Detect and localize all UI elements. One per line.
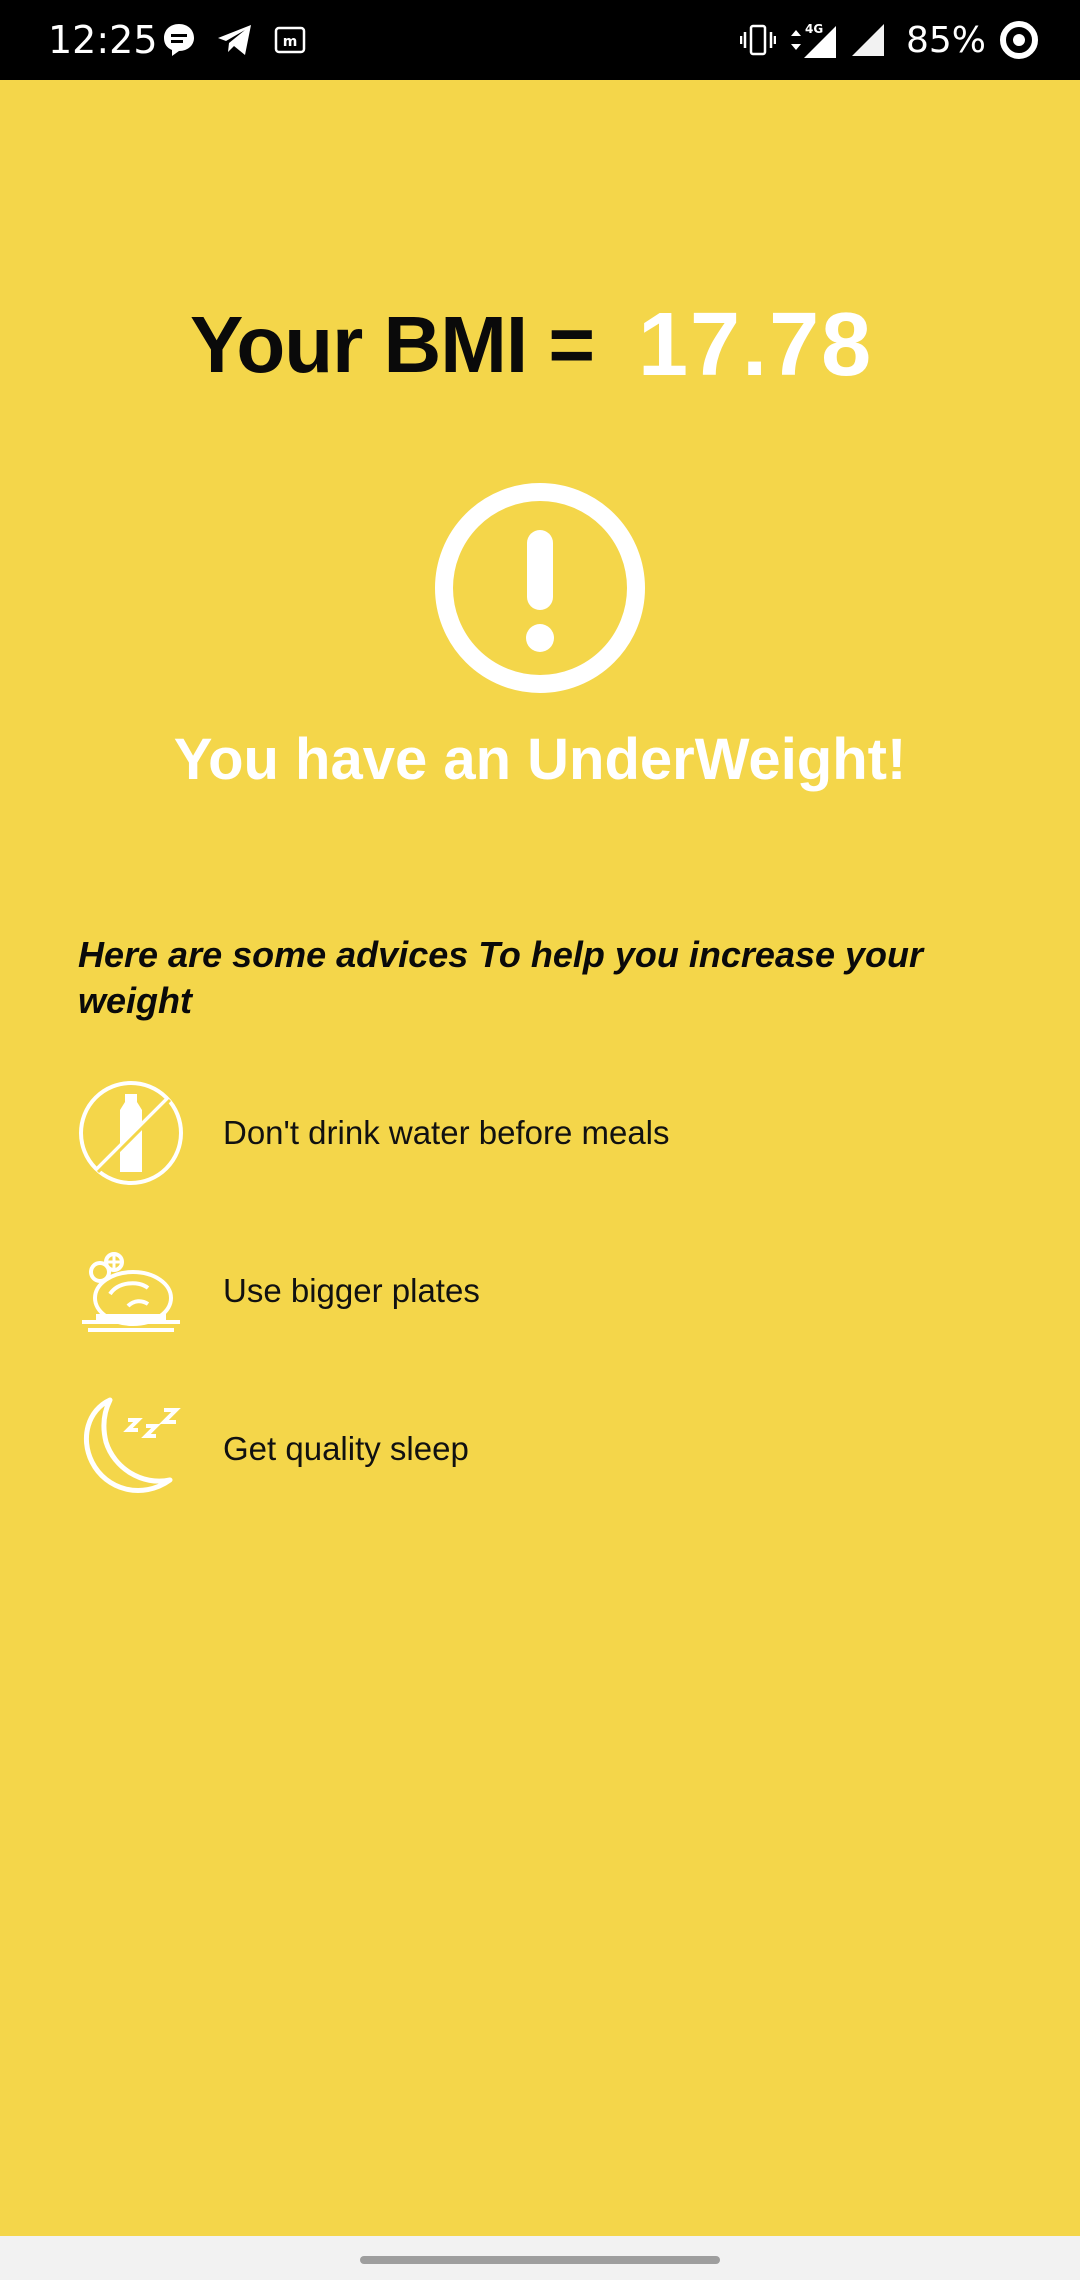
- signal-icon: [851, 24, 884, 56]
- telegram-icon: [218, 25, 251, 55]
- status-bar: 12:25 m 4G 85%: [0, 0, 1080, 80]
- exclamation-circle-icon: [435, 483, 645, 693]
- svg-text:m: m: [283, 34, 298, 50]
- advice-text: Use bigger plates: [223, 1272, 480, 1309]
- chat-bubble-icon: [164, 24, 194, 56]
- m-app-icon: m: [274, 26, 306, 54]
- no-water-bottle-icon: [79, 1081, 183, 1185]
- advice-item: Don't drink water before meals: [78, 1080, 998, 1190]
- advice-heading: Here are some advices To help you increa…: [78, 934, 924, 1021]
- home-gesture-handle[interactable]: [360, 2256, 720, 2264]
- bmi-label: Your BMI =: [190, 300, 595, 389]
- food-plate-icon: [82, 1252, 180, 1332]
- gesture-nav-bar: [0, 2236, 1080, 2280]
- battery-percent: 85%: [905, 19, 986, 61]
- vibrate-icon: [739, 24, 776, 56]
- moon-sleep-icon: [83, 1397, 181, 1493]
- advice-text: Get quality sleep: [223, 1430, 469, 1467]
- bmi-value: 17.78: [638, 295, 874, 395]
- advice-item: Use bigger plates: [78, 1238, 998, 1348]
- status-left-icons: m: [162, 18, 306, 62]
- advice-text: Don't drink water before meals: [223, 1114, 670, 1151]
- result-message: You have an UnderWeight!: [173, 727, 907, 792]
- status-right-icons: 4G 85%: [739, 14, 1040, 66]
- data-arrows-icon: 4G: [790, 22, 836, 58]
- status-time: 12:25: [48, 18, 158, 62]
- svg-text:4G: 4G: [805, 22, 823, 36]
- battery-ring-icon: [1000, 21, 1038, 59]
- bmi-row: Your BMI = 17.78: [0, 290, 1080, 400]
- advice-item: Get quality sleep: [78, 1396, 998, 1506]
